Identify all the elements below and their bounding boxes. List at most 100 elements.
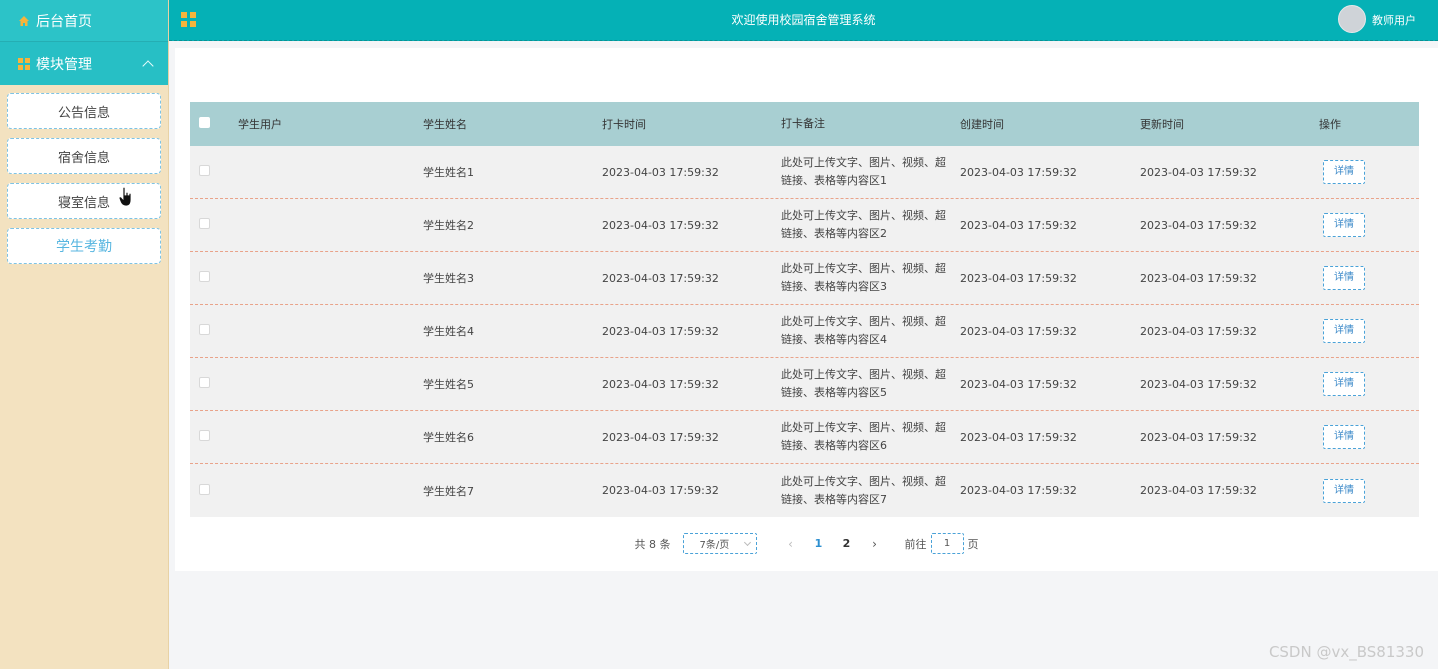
sidebar-home-label: 后台首页 (36, 13, 92, 30)
goto-page: 前往 1 页 (905, 533, 979, 554)
cell-student-name: 学生姓名7 (423, 484, 474, 498)
next-page-button[interactable]: › (861, 537, 889, 551)
col-header-student-name: 学生姓名 (423, 118, 467, 131)
table-row: 学生姓名6 2023-04-03 17:59:32 此处可上传文字、图片、视频、… (190, 411, 1419, 464)
cell-updated-time: 2023-04-03 17:59:32 (1140, 484, 1257, 497)
col-header-student-user: 学生用户 (238, 118, 282, 131)
select-all-checkbox[interactable] (199, 117, 210, 128)
goto-prefix: 前往 (904, 537, 927, 551)
row-checkbox[interactable] (199, 271, 210, 282)
prev-page-button[interactable]: ‹ (777, 537, 805, 551)
col-header-created-time: 创建时间 (960, 118, 1004, 131)
cell-created-time: 2023-04-03 17:59:32 (960, 484, 1077, 497)
col-header-updated-time: 更新时间 (1140, 118, 1184, 131)
attendance-table: 学生用户 学生姓名 打卡时间 打卡备注 创建时间 更新时间 操作 学生姓名1 2… (190, 102, 1419, 517)
cell-updated-time: 2023-04-03 17:59:32 (1140, 377, 1257, 391)
table-row: 学生姓名2 2023-04-03 17:59:32 此处可上传文字、图片、视频、… (190, 199, 1419, 252)
cell-student-name: 学生姓名3 (423, 272, 474, 285)
goto-page-input[interactable]: 1 (930, 533, 964, 554)
cell-checkin-note: 此处可上传文字、图片、视频、超链接、表格等内容区7 (781, 474, 946, 506)
cell-checkin-time: 2023-04-03 17:59:32 (602, 377, 719, 391)
hand-pointer-icon (119, 187, 132, 207)
chevron-down-icon (743, 538, 751, 546)
sidebar-module-toggle[interactable]: 模块管理 (0, 42, 168, 85)
cell-checkin-note: 此处可上传文字、图片、视频、超链接、表格等内容区3 (781, 262, 946, 293)
cell-updated-time: 2023-04-03 17:59:32 (1140, 165, 1257, 179)
detail-button[interactable]: 详情 (1323, 319, 1365, 343)
cell-created-time: 2023-04-03 17:59:32 (960, 377, 1077, 391)
cell-created-time: 2023-04-03 17:59:32 (960, 430, 1077, 444)
cell-checkin-note: 此处可上传文字、图片、视频、超链接、表格等内容区5 (781, 368, 946, 399)
col-header-checkin-note: 打卡备注 (781, 117, 825, 130)
chevron-up-icon (142, 59, 154, 72)
cell-student-name: 学生姓名5 (423, 378, 474, 391)
pagination: 共 8 条 7条/页 ‹ 1 2 › 前往 1 页 (175, 533, 1438, 554)
sidebar-menu: 公告信息 宿舍信息 寝室信息 学生考勤 (0, 85, 168, 264)
cell-student-name: 学生姓名4 (423, 325, 474, 338)
user-name[interactable]: 教师用户 (1372, 0, 1416, 41)
sidebar-item-bedroom[interactable]: 寝室信息 (7, 183, 161, 219)
sidebar-item-label: 宿舍信息 (57, 150, 110, 166)
cell-updated-time: 2023-04-03 17:59:32 (1140, 271, 1257, 285)
sidebar-item-label: 寝室信息 (57, 195, 110, 211)
top-header: 欢迎使用校园宿舍管理系统 教师用户 (169, 0, 1438, 41)
cell-created-time: 2023-04-03 17:59:32 (960, 271, 1077, 285)
row-checkbox[interactable] (199, 324, 210, 335)
row-checkbox[interactable] (199, 377, 210, 388)
table-header: 学生用户 学生姓名 打卡时间 打卡备注 创建时间 更新时间 操作 (190, 102, 1419, 146)
row-checkbox[interactable] (199, 165, 210, 176)
sidebar-home[interactable]: 后台首页 (0, 0, 168, 42)
cell-student-name: 学生姓名1 (423, 166, 474, 179)
cell-checkin-note: 此处可上传文字、图片、视频、超链接、表格等内容区6 (781, 421, 946, 452)
cell-checkin-note: 此处可上传文字、图片、视频、超链接、表格等内容区4 (781, 315, 946, 346)
detail-button[interactable]: 详情 (1323, 160, 1365, 184)
sidebar: 后台首页 模块管理 公告信息 宿舍信息 寝室信息 学生考勤 (0, 0, 169, 669)
cell-created-time: 2023-04-03 17:59:32 (960, 165, 1077, 179)
cell-updated-time: 2023-04-03 17:59:32 (1140, 218, 1257, 232)
detail-button[interactable]: 详情 (1323, 425, 1365, 449)
sidebar-item-dormitory[interactable]: 宿舍信息 (7, 138, 161, 174)
home-icon (19, 15, 29, 26)
cell-student-name: 学生姓名2 (423, 219, 474, 232)
sidebar-module-label: 模块管理 (36, 56, 92, 73)
cell-checkin-time: 2023-04-03 17:59:32 (602, 165, 719, 179)
sidebar-item-label: 学生考勤 (56, 239, 112, 255)
cell-updated-time: 2023-04-03 17:59:32 (1140, 324, 1257, 338)
table-row: 学生姓名1 2023-04-03 17:59:32 此处可上传文字、图片、视频、… (190, 146, 1419, 199)
pagination-total: 共 8 条 (634, 537, 671, 551)
detail-button[interactable]: 详情 (1323, 372, 1365, 396)
sidebar-item-announcements[interactable]: 公告信息 (7, 93, 161, 129)
module-grid-icon (18, 57, 30, 70)
cell-checkin-time: 2023-04-03 17:59:32 (602, 430, 719, 444)
table-row: 学生姓名7 2023-04-03 17:59:32 此处可上传文字、图片、视频、… (190, 464, 1419, 517)
page-2-button[interactable]: 2 (833, 537, 861, 550)
page-1-button[interactable]: 1 (805, 537, 833, 550)
table-row: 学生姓名5 2023-04-03 17:59:32 此处可上传文字、图片、视频、… (190, 358, 1419, 411)
detail-button[interactable]: 详情 (1323, 266, 1365, 290)
watermark: CSDN @vx_BS81330 (1268, 643, 1424, 661)
row-checkbox[interactable] (199, 430, 210, 441)
cell-checkin-note: 此处可上传文字、图片、视频、超链接、表格等内容区2 (781, 209, 946, 240)
table-row: 学生姓名3 2023-04-03 17:59:32 此处可上传文字、图片、视频、… (190, 252, 1419, 305)
col-header-actions: 操作 (1319, 118, 1341, 131)
avatar[interactable] (1338, 5, 1366, 33)
cell-checkin-note: 此处可上传文字、图片、视频、超链接、表格等内容区1 (781, 156, 946, 187)
sidebar-item-attendance[interactable]: 学生考勤 (7, 228, 161, 264)
cell-checkin-time: 2023-04-03 17:59:32 (602, 324, 719, 338)
row-checkbox[interactable] (199, 218, 210, 229)
detail-button[interactable]: 详情 (1323, 478, 1365, 503)
cell-checkin-time: 2023-04-03 17:59:32 (602, 218, 719, 232)
sidebar-item-label: 公告信息 (57, 105, 110, 121)
page-size-value: 7条/页 (699, 540, 730, 551)
select-all-cell (190, 117, 238, 131)
cell-checkin-time: 2023-04-03 17:59:32 (602, 484, 719, 497)
page-title: 欢迎使用校园宿舍管理系统 (731, 13, 876, 27)
cell-checkin-time: 2023-04-03 17:59:32 (602, 271, 719, 285)
detail-button[interactable]: 详情 (1323, 213, 1365, 237)
cell-created-time: 2023-04-03 17:59:32 (960, 324, 1077, 338)
main-card: 学生用户 学生姓名 打卡时间 打卡备注 创建时间 更新时间 操作 学生姓名1 2… (175, 48, 1438, 571)
cell-updated-time: 2023-04-03 17:59:32 (1140, 430, 1257, 444)
page-size-select[interactable]: 7条/页 (682, 533, 757, 554)
cell-student-name: 学生姓名6 (423, 431, 474, 444)
row-checkbox[interactable] (199, 483, 210, 495)
